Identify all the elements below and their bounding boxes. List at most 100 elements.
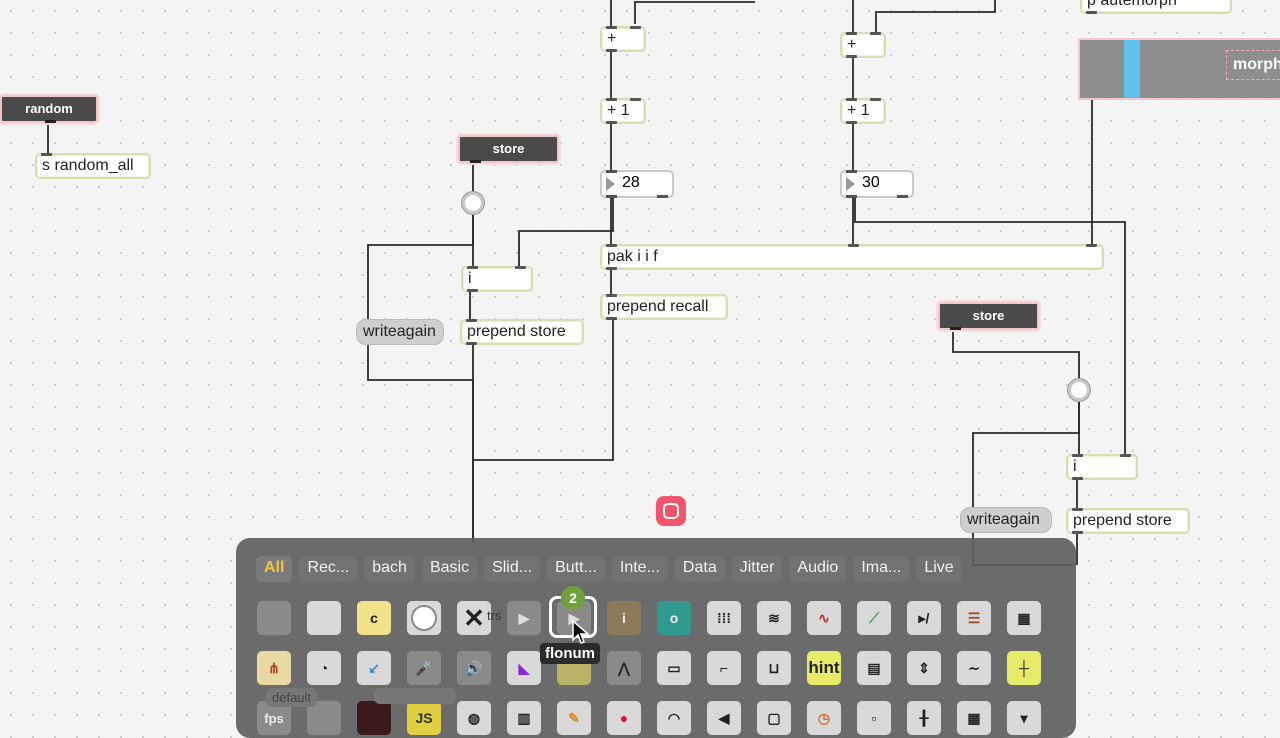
outlet[interactable] (1086, 11, 1097, 14)
playbar-icon[interactable]: ▸/ (906, 600, 942, 636)
table-icon[interactable]: ▦ (1006, 600, 1042, 636)
jit-window-icon[interactable] (356, 700, 392, 736)
js-icon[interactable]: JS (406, 700, 442, 736)
globe-icon[interactable]: ◍ (456, 700, 492, 736)
outlet[interactable] (846, 55, 857, 58)
inlet[interactable] (848, 244, 859, 247)
inlet[interactable] (1072, 508, 1083, 511)
keyboard-icon[interactable]: ▥ (506, 700, 542, 736)
plus-one-object-a[interactable]: + 1 (600, 98, 646, 124)
clock-icon[interactable]: ◷ (806, 700, 842, 736)
outlet[interactable] (1072, 477, 1083, 480)
int-object-left[interactable]: i (461, 266, 533, 292)
category-all[interactable]: All (256, 556, 293, 582)
outlet[interactable] (466, 342, 477, 345)
category-audio[interactable]: Audio (789, 556, 847, 582)
outlet-icon[interactable]: o (656, 600, 692, 636)
prepend-recall-object[interactable]: prepend recall (600, 294, 728, 320)
outlet[interactable] (1072, 531, 1083, 534)
rslider-icon[interactable]: ☰ (956, 600, 992, 636)
filtergraph-icon[interactable]: ◣ (506, 650, 542, 686)
led-icon[interactable]: ● (606, 700, 642, 736)
dial-icon[interactable]: ◔ (306, 650, 342, 686)
morph-slider[interactable]: morph (1078, 38, 1280, 100)
store-button-left[interactable]: store (458, 135, 559, 163)
comment-icon[interactable]: c (356, 600, 392, 636)
object-box-icon[interactable] (256, 600, 292, 636)
category-sliders[interactable]: Slid... (484, 556, 541, 582)
record-button[interactable] (656, 496, 686, 526)
outlet[interactable] (467, 289, 478, 292)
number-box-b[interactable]: 30 (840, 170, 914, 198)
store-button-right[interactable]: store (938, 302, 1039, 330)
inlet[interactable] (846, 98, 857, 101)
kslider-icon[interactable]: ⋀ (606, 650, 642, 686)
category-images[interactable]: Ima... (853, 556, 910, 582)
inlet[interactable] (870, 98, 881, 101)
inlet[interactable] (870, 32, 881, 35)
random-button[interactable]: random (0, 95, 98, 123)
category-interface[interactable]: Inte... (611, 556, 668, 582)
slider-icon[interactable]: ╂ (906, 700, 942, 736)
scope-icon[interactable]: ∼ (956, 650, 992, 686)
pictslider-icon[interactable]: ⌐ (706, 650, 742, 686)
nodes-icon[interactable]: ┼ (1006, 650, 1042, 686)
inlet[interactable] (846, 170, 857, 173)
outlet[interactable] (606, 317, 617, 320)
category-live[interactable]: Live (916, 556, 962, 582)
prepend-store-left[interactable]: prepend store (460, 319, 584, 345)
playback-icon[interactable]: ◀ (706, 700, 742, 736)
message-box-icon[interactable] (306, 600, 342, 636)
multislider-icon[interactable]: ⟋ (856, 600, 892, 636)
category-buttons[interactable]: Butt... (547, 556, 605, 582)
plus-object-a[interactable]: + (600, 26, 646, 52)
adc-microphone-icon[interactable]: 🎤 (406, 650, 442, 686)
inlet[interactable] (606, 294, 617, 297)
function-icon[interactable]: ∿ (806, 600, 842, 636)
writeagain-message-right[interactable]: writeagain (960, 507, 1052, 533)
send-random-all-object[interactable]: s random_all (35, 153, 151, 179)
hint-icon[interactable]: hint (806, 650, 842, 686)
outlet[interactable] (45, 120, 56, 123)
swatch-icon[interactable]: ▫ (856, 700, 892, 736)
pak-object[interactable]: pak i i f (600, 244, 1104, 270)
toggle-right[interactable] (1068, 379, 1090, 401)
incdec-icon[interactable]: ⇕ (906, 650, 942, 686)
category-recent[interactable]: Rec... (299, 556, 358, 582)
inlet[interactable] (466, 319, 477, 322)
inlet[interactable] (606, 98, 617, 101)
morph-slider-handle[interactable] (1124, 40, 1140, 98)
plus-one-object-b[interactable]: + 1 (840, 98, 886, 124)
meter-icon[interactable]: ◠ (656, 700, 692, 736)
radiogroup-icon[interactable]: ≋ (756, 600, 792, 636)
bpatcher-tree-icon[interactable]: ⋔ (256, 650, 292, 686)
outlet[interactable] (950, 327, 961, 330)
inlet[interactable] (630, 26, 641, 29)
inlet[interactable] (515, 266, 526, 269)
category-data[interactable]: Data (674, 556, 725, 582)
outlet[interactable] (470, 160, 481, 163)
umenu-icon[interactable]: ▾ (1006, 700, 1042, 736)
inlet[interactable] (41, 153, 52, 156)
outlet[interactable] (657, 195, 668, 198)
number-icon[interactable]: ▶ (506, 600, 542, 636)
outlet[interactable] (606, 49, 617, 52)
fpic-arrow-icon[interactable]: ↙ (356, 650, 392, 686)
autemorph-object[interactable]: p autemorph (1080, 0, 1232, 14)
live-gain-icon[interactable]: ⊔ (756, 650, 792, 686)
toggle-icon[interactable] (406, 600, 442, 636)
writeagain-message-left[interactable]: writeagain (356, 319, 444, 345)
number-box-a[interactable]: 28 (600, 170, 674, 198)
inlet[interactable] (1072, 454, 1083, 457)
outlet[interactable] (606, 267, 617, 270)
outlet[interactable] (606, 121, 617, 124)
category-jitter[interactable]: Jitter (731, 556, 783, 582)
matrixctrl-icon[interactable]: ⁞⁞⁞ (706, 600, 742, 636)
spreadsheet-icon[interactable]: ▦ (956, 700, 992, 736)
dac-speaker-icon[interactable]: 🔊 (456, 650, 492, 686)
inlet[interactable] (846, 32, 857, 35)
int-object-right[interactable]: i (1066, 454, 1138, 480)
inlet[interactable] (630, 98, 641, 101)
plus-object-b[interactable]: + (840, 32, 886, 58)
textedit-icon[interactable]: ▭ (656, 650, 692, 686)
